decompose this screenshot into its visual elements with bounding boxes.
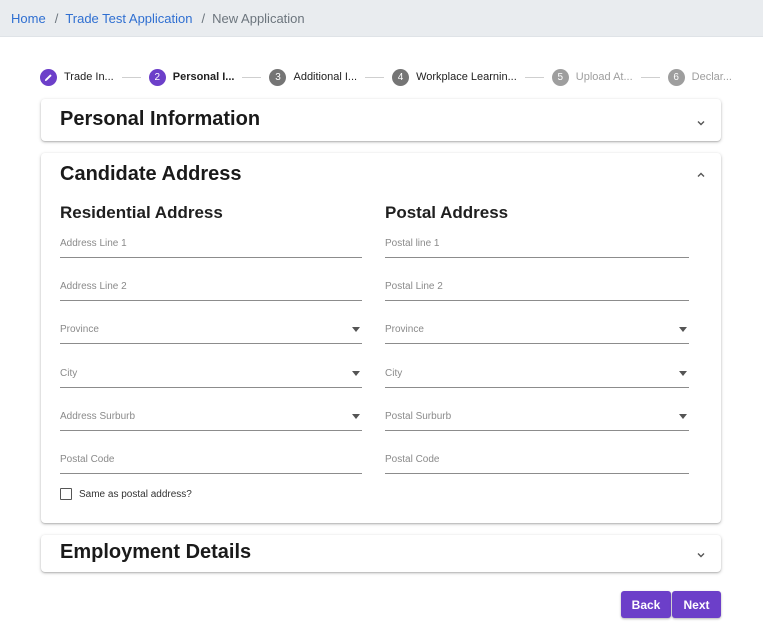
panel-title: Employment Details <box>60 541 252 563</box>
step-number: 3 <box>269 68 287 86</box>
postal-line-2-field[interactable]: Postal Line 2 <box>385 279 689 301</box>
field-label: City <box>385 368 403 379</box>
postal-suburb-select[interactable]: Postal Surburb <box>385 409 689 431</box>
step-upload-attachments[interactable]: 5 Upload At... <box>551 68 633 86</box>
step-workplace-learning[interactable]: 4 Workplace Learnin... <box>392 68 517 86</box>
field-label: Postal Surburb <box>385 411 452 422</box>
personal-information-panel[interactable]: Personal Information <box>41 99 721 141</box>
address-line-1-field[interactable]: Address Line 1 <box>60 236 362 258</box>
field-label: Postal line 1 <box>385 238 440 249</box>
step-label: Trade In... <box>64 71 114 83</box>
pencil-icon <box>40 68 57 86</box>
residential-address-heading: Residential Address <box>60 203 223 222</box>
step-connector <box>524 76 544 78</box>
postal-city-select[interactable]: City <box>385 366 689 388</box>
panel-title: Candidate Address <box>60 163 242 185</box>
field-label: Postal Line 2 <box>385 281 443 292</box>
panel-title: Personal Information <box>60 108 261 130</box>
step-number: 4 <box>392 68 410 86</box>
breadcrumb-separator: / <box>54 10 59 26</box>
next-button[interactable]: Next <box>672 591 721 618</box>
chevron-up-icon[interactable] <box>696 170 706 180</box>
step-connector <box>121 76 141 78</box>
postal-province-select[interactable]: Province <box>385 322 689 344</box>
step-label: Upload At... <box>575 71 633 83</box>
breadcrumb-home-link[interactable]: Home <box>11 11 46 26</box>
stepper: Trade In... 2 Personal I... 3 Additional… <box>40 66 732 88</box>
field-label: Address Line 2 <box>60 281 127 292</box>
same-as-postal-checkbox-row[interactable]: Same as postal address? <box>60 488 192 500</box>
step-personal-info[interactable]: 2 Personal I... <box>148 68 235 86</box>
chevron-down-icon[interactable] <box>696 118 706 128</box>
dropdown-arrow-icon <box>352 371 360 376</box>
employment-details-panel[interactable]: Employment Details <box>41 535 721 572</box>
step-additional-info[interactable]: 3 Additional I... <box>269 68 358 86</box>
postal-postal-code-field[interactable]: Postal Code <box>385 452 689 474</box>
step-connector <box>242 76 262 78</box>
step-label: Declar... <box>691 71 732 83</box>
residential-city-select[interactable]: City <box>60 366 362 388</box>
field-label: Address Line 1 <box>60 238 127 249</box>
residential-province-select[interactable]: Province <box>60 322 362 344</box>
address-suburb-select[interactable]: Address Surburb <box>60 409 362 431</box>
step-number: 6 <box>667 68 685 86</box>
step-number: 5 <box>551 68 569 86</box>
field-label: Postal Code <box>385 454 440 465</box>
field-label: Postal Code <box>60 454 115 465</box>
step-label: Workplace Learnin... <box>416 71 517 83</box>
step-connector <box>640 76 660 78</box>
step-trade-info[interactable]: Trade In... <box>40 68 114 86</box>
postal-line-1-field[interactable]: Postal line 1 <box>385 236 689 258</box>
same-as-postal-label: Same as postal address? <box>79 488 192 500</box>
step-connector <box>365 76 385 78</box>
dropdown-arrow-icon <box>679 371 687 376</box>
field-label: Province <box>385 324 424 335</box>
address-line-2-field[interactable]: Address Line 2 <box>60 279 362 301</box>
step-declaration[interactable]: 6 Declar... <box>667 68 732 86</box>
step-label: Additional I... <box>293 71 358 83</box>
candidate-address-panel: Candidate Address Residential Address Po… <box>41 153 721 523</box>
step-number: 2 <box>148 68 166 86</box>
breadcrumb-separator: / <box>201 10 206 26</box>
postal-address-heading: Postal Address <box>385 203 509 222</box>
step-label: Personal I... <box>172 71 235 83</box>
breadcrumb-trade-test-link[interactable]: Trade Test Application <box>65 11 192 26</box>
breadcrumb-current: New Application <box>212 10 305 26</box>
residential-postal-code-field[interactable]: Postal Code <box>60 452 362 474</box>
dropdown-arrow-icon <box>352 327 360 332</box>
chevron-down-icon[interactable] <box>696 550 706 560</box>
dropdown-arrow-icon <box>679 327 687 332</box>
field-label: City <box>60 368 78 379</box>
dropdown-arrow-icon <box>679 414 687 419</box>
dropdown-arrow-icon <box>352 414 360 419</box>
field-label: Province <box>60 324 99 335</box>
breadcrumb: Home / Trade Test Application / New Appl… <box>0 0 763 37</box>
back-button[interactable]: Back <box>621 591 671 618</box>
same-as-postal-checkbox[interactable] <box>60 488 72 500</box>
field-label: Address Surburb <box>60 411 136 422</box>
